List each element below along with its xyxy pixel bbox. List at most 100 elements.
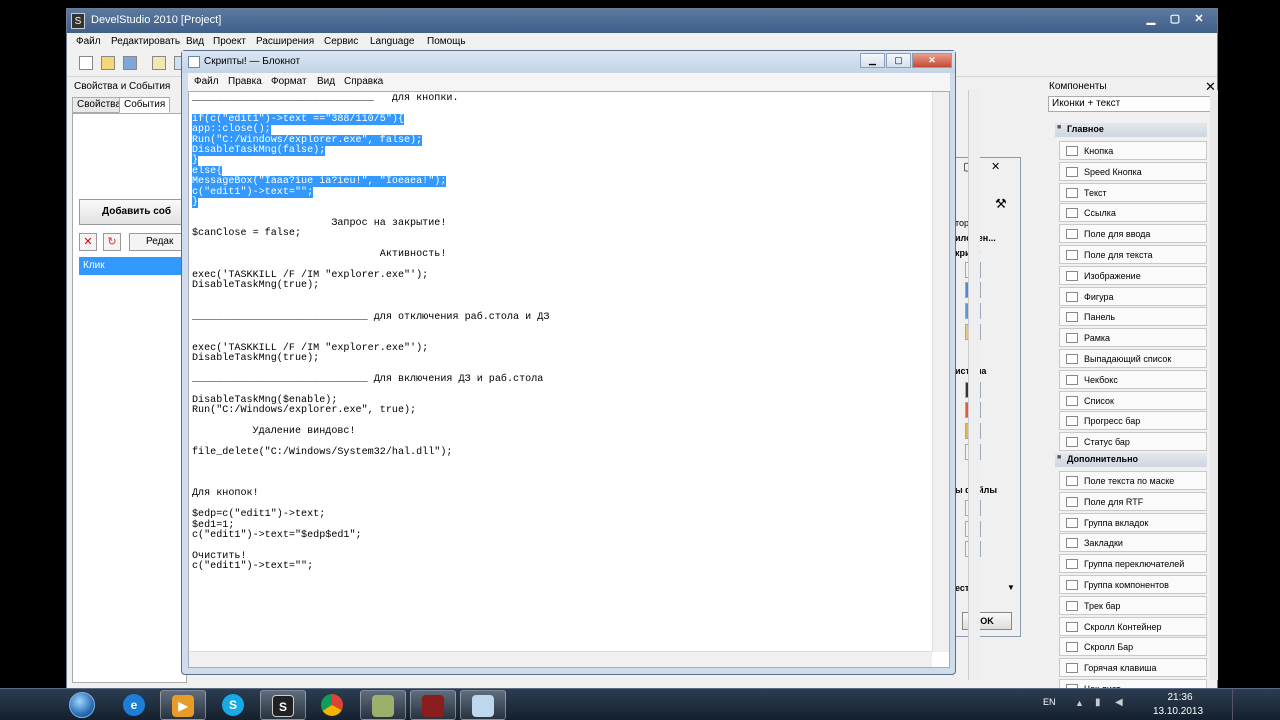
refresh-event-button[interactable]: ↻ xyxy=(103,233,121,251)
progress-icon xyxy=(1066,416,1078,427)
taskbar-skype[interactable]: S xyxy=(211,690,257,720)
menu-edit[interactable]: Редактировать xyxy=(111,36,180,47)
add-event-button[interactable]: Добавить соб xyxy=(79,199,189,225)
component-item[interactable]: Текст xyxy=(1059,182,1207,202)
notepad-text-area[interactable]: ______________________________ для кнопк… xyxy=(188,91,950,668)
notepad-close-button[interactable]: ✕ xyxy=(912,53,952,68)
component-item[interactable]: Поле для RTF xyxy=(1059,491,1207,511)
tabs-icon xyxy=(1066,517,1078,528)
notepad-menu-format[interactable]: Формат xyxy=(271,76,307,87)
component-item[interactable]: Выпадающий список xyxy=(1059,349,1207,368)
notepad-menu-view[interactable]: Вид xyxy=(317,76,335,87)
notepad-text[interactable]: ______________________________ для кнопк… xyxy=(192,94,932,652)
volume-icon[interactable]: ◀ xyxy=(1115,697,1123,708)
save-icon[interactable] xyxy=(123,56,137,70)
notepad-menu-edit[interactable]: Правка xyxy=(228,76,262,87)
component-item[interactable]: Трек бар xyxy=(1059,595,1207,615)
radiogroup-icon xyxy=(1066,559,1078,570)
open-folder-icon[interactable] xyxy=(101,56,115,70)
notepad-line xyxy=(192,323,932,333)
develstudio-titlebar[interactable]: S DevelStudio 2010 [Project] ▁ ▢ ✕ xyxy=(67,9,1217,33)
taskbar-media[interactable]: ▶ xyxy=(160,690,206,720)
notepad-app-icon xyxy=(188,56,200,68)
component-item[interactable]: Группа вкладок xyxy=(1059,512,1207,532)
component-item[interactable]: Рамка xyxy=(1059,328,1207,348)
component-item[interactable]: Группа компонентов xyxy=(1059,575,1207,594)
edit-event-button[interactable]: Редак xyxy=(129,233,184,251)
component-item[interactable]: Поле текста по маске xyxy=(1059,471,1207,490)
notepad-menu-help[interactable]: Справка xyxy=(344,76,383,87)
notepad-line: Run("C:/Windows/explorer.exe", true); xyxy=(192,405,417,417)
notepad-minimize-button[interactable]: ▁ xyxy=(860,53,885,68)
component-item[interactable]: Закладки xyxy=(1059,533,1207,553)
components-scrollbar[interactable] xyxy=(968,90,980,680)
component-item[interactable]: Фигура xyxy=(1059,286,1207,306)
components-view-select[interactable]: Иконки + текст xyxy=(1048,96,1216,112)
menu-language[interactable]: Language xyxy=(370,36,415,47)
delete-event-button[interactable]: ✕ xyxy=(79,233,97,251)
archive-icon xyxy=(372,695,394,717)
menu-help[interactable]: Помощь xyxy=(427,36,466,47)
menu-file[interactable]: Файл xyxy=(76,36,101,47)
component-item[interactable]: Скролл Бар xyxy=(1059,637,1207,657)
taskbar-archive[interactable] xyxy=(360,690,406,720)
component-group-header[interactable]: Главное xyxy=(1055,123,1207,137)
menu-view[interactable]: Вид xyxy=(186,36,204,47)
component-group-header[interactable]: Дополнительно xyxy=(1055,453,1207,467)
show-desktop-button[interactable] xyxy=(1232,689,1246,720)
component-item[interactable]: Статус бар xyxy=(1059,432,1207,452)
component-item[interactable]: Чекбокс xyxy=(1059,369,1207,389)
component-item[interactable]: Изображение xyxy=(1059,265,1207,285)
component-item[interactable]: Группа переключателей xyxy=(1059,554,1207,574)
notepad-vertical-scrollbar[interactable] xyxy=(932,92,949,652)
close-button[interactable]: ✕ xyxy=(1188,11,1210,27)
network-icon[interactable]: ▮ xyxy=(1095,697,1101,708)
statusbar-icon xyxy=(1066,437,1078,448)
start-button[interactable] xyxy=(60,689,104,720)
component-item[interactable]: Горячая клавиша xyxy=(1059,658,1207,678)
components-panel: Компоненты ✕ Иконки + текст ГлавноеКнопк… xyxy=(1047,77,1217,698)
taskbar-chrome[interactable] xyxy=(310,690,356,720)
notepad-line: Активность! xyxy=(192,249,447,261)
minimize-button[interactable]: ▁ xyxy=(1140,11,1162,27)
notepad-line: _____________________________ Для включе… xyxy=(192,373,544,385)
notepad-line: file_delete("C:/Windows/System32/hal.dll… xyxy=(192,446,453,458)
component-item[interactable]: Скролл Контейнер xyxy=(1059,616,1207,636)
dialog-close-icon[interactable]: ✕ xyxy=(991,160,1000,173)
taskbar-ie[interactable]: e xyxy=(112,690,158,720)
component-item[interactable]: Speed Кнопка xyxy=(1059,161,1207,181)
tab-properties[interactable]: Свойства xyxy=(72,97,126,113)
tray-expand-icon[interactable]: ▲ xyxy=(1075,698,1084,708)
develstudio-title: DevelStudio 2010 [Project] xyxy=(91,14,222,26)
notepad-titlebar[interactable]: Скрипты! — Блокнот ▁ ▢ ✕ xyxy=(182,51,955,73)
main-window-scrollbar[interactable] xyxy=(1210,90,1218,680)
selected-text: } xyxy=(192,197,199,209)
maximize-button[interactable]: ▢ xyxy=(1164,11,1186,27)
component-item[interactable]: Панель xyxy=(1059,307,1207,327)
component-item[interactable]: Поле для ввода xyxy=(1059,224,1207,244)
menu-project[interactable]: Проект xyxy=(213,36,246,47)
notepad-menu-file[interactable]: Файл xyxy=(194,76,219,87)
notepad-horizontal-scrollbar[interactable] xyxy=(189,651,932,667)
component-item[interactable]: Ссылка xyxy=(1059,203,1207,223)
new-file-icon[interactable] xyxy=(79,56,93,70)
component-item[interactable]: Поле для текста xyxy=(1059,245,1207,264)
tab-events[interactable]: События xyxy=(119,97,171,113)
component-item[interactable]: Список xyxy=(1059,390,1207,410)
dialog-scroll-down-icon[interactable]: ▼ xyxy=(1007,583,1015,592)
taskbar-develstudio[interactable]: S xyxy=(260,690,306,720)
event-item-click[interactable]: Клик xyxy=(79,257,189,275)
menu-service[interactable]: Сервис xyxy=(324,36,358,47)
edit-icon[interactable] xyxy=(152,56,166,70)
tools-icon[interactable]: ⚒ xyxy=(995,196,1007,212)
taskbar-app[interactable] xyxy=(410,690,456,720)
language-indicator[interactable]: EN xyxy=(1043,697,1056,707)
notepad-maximize-button[interactable]: ▢ xyxy=(886,53,911,68)
component-item[interactable]: Прогресс бар xyxy=(1059,411,1207,431)
component-item[interactable]: Кнопка xyxy=(1059,141,1207,160)
clock-date[interactable]: 13.10.2013 xyxy=(1148,706,1208,717)
selected-text: DisableTaskMng(false); xyxy=(192,145,326,157)
taskbar-notepad[interactable] xyxy=(460,690,506,720)
clock-time[interactable]: 21:36 xyxy=(1160,692,1200,703)
menu-extensions[interactable]: Расширения xyxy=(256,36,314,47)
